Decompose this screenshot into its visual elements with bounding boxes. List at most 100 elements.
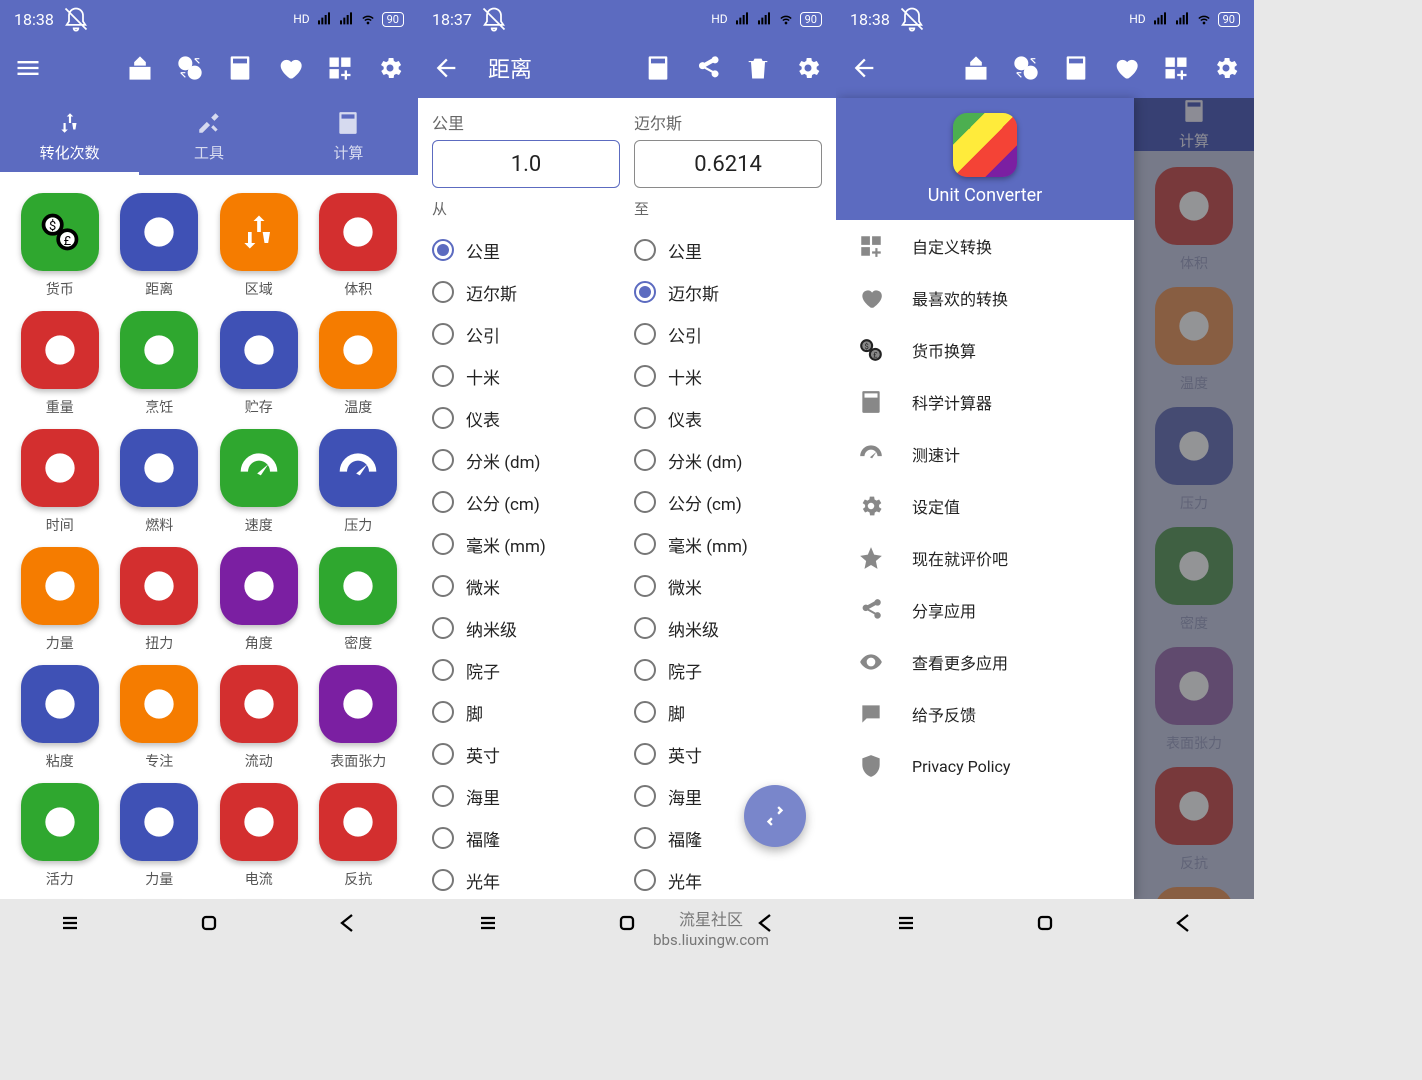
unit-option[interactable]: 纳米级	[634, 607, 822, 649]
unit-option[interactable]: 英寸	[634, 733, 822, 775]
category-时间[interactable]: 时间	[12, 429, 108, 535]
unit-option[interactable]: 英寸	[432, 733, 620, 775]
drawer-item-gauge[interactable]: 测速计	[836, 428, 1134, 480]
unit-option[interactable]: 微米	[634, 565, 822, 607]
currency-icon[interactable]	[176, 54, 204, 82]
category-活力[interactable]: 活力	[12, 783, 108, 889]
unit-option[interactable]: 院子	[634, 649, 822, 691]
from-unit-list[interactable]: 公里迈尔斯公引十米仪表分米 (dm)公分 (cm)毫米 (mm)微米纳米级院子脚…	[432, 229, 620, 899]
drawer-item-shield[interactable]: Privacy Policy	[836, 740, 1134, 792]
nav-home[interactable]	[197, 911, 221, 939]
unit-option[interactable]: 十米	[432, 355, 620, 397]
back-button[interactable]	[432, 54, 460, 82]
unit-option[interactable]: 毫米 (mm)	[634, 523, 822, 565]
unit-option[interactable]: 迈尔斯	[634, 271, 822, 313]
category-力量[interactable]: 力量	[112, 783, 208, 889]
favorite-icon[interactable]	[1112, 54, 1140, 82]
drawer-item-widgets[interactable]: 自定义转换	[836, 220, 1134, 272]
drawer-item-currency[interactable]: 货币换算	[836, 324, 1134, 376]
settings-icon[interactable]	[794, 54, 822, 82]
category-距离[interactable]: 距离	[112, 193, 208, 299]
category-贮存[interactable]: 贮存	[211, 311, 307, 417]
category-货币[interactable]: 货币	[12, 193, 108, 299]
unit-option[interactable]: 公里	[634, 229, 822, 271]
category-密度[interactable]: 密度	[311, 547, 407, 653]
unit-option[interactable]: 仪表	[634, 397, 822, 439]
unit-option[interactable]: 毫米 (mm)	[432, 523, 620, 565]
unit-option[interactable]: 十米	[634, 355, 822, 397]
settings-icon[interactable]	[376, 54, 404, 82]
unit-option[interactable]: 公引	[432, 313, 620, 355]
unit-option[interactable]: 微米	[432, 565, 620, 607]
favorite-icon[interactable]	[276, 54, 304, 82]
nav-home[interactable]	[615, 911, 639, 939]
currency-icon[interactable]	[1012, 54, 1040, 82]
nav-back[interactable]	[336, 911, 360, 939]
back-button[interactable]	[850, 54, 878, 82]
category-grid[interactable]: 货币距离区域体积重量烹饪贮存温度时间燃料速度压力力量扭力角度密度粘度专注流动表面…	[0, 175, 418, 899]
tab-tools[interactable]: 工具	[139, 98, 278, 175]
calculator-icon[interactable]	[1062, 54, 1090, 82]
mosque-icon[interactable]	[126, 54, 154, 82]
category-体积[interactable]: 体积	[311, 193, 407, 299]
unit-option[interactable]: 公里	[432, 229, 620, 271]
drawer-item-star[interactable]: 现在就评价吧	[836, 532, 1134, 584]
category-流动[interactable]: 流动	[211, 665, 307, 771]
menu-button[interactable]	[14, 54, 42, 82]
widgets-icon[interactable]	[1162, 54, 1190, 82]
category-扭力[interactable]: 扭力	[112, 547, 208, 653]
share-icon[interactable]	[694, 54, 722, 82]
unit-option[interactable]: 分米 (dm)	[634, 439, 822, 481]
tab-conversions[interactable]: 转化次数	[0, 98, 139, 175]
mosque-icon[interactable]	[962, 54, 990, 82]
nav-recent[interactable]	[894, 911, 918, 939]
drawer-item-calculator[interactable]: 科学计算器	[836, 376, 1134, 428]
category-重量[interactable]: 重量	[12, 311, 108, 417]
category-表面张力[interactable]: 表面张力	[311, 665, 407, 771]
category-烹饪[interactable]: 烹饪	[112, 311, 208, 417]
settings-icon[interactable]	[1212, 54, 1240, 82]
swap-fab[interactable]	[744, 785, 806, 847]
from-value-input[interactable]	[432, 140, 620, 188]
category-压力[interactable]: 压力	[311, 429, 407, 535]
tab-calculate[interactable]: 计算	[279, 98, 418, 175]
unit-option[interactable]: 公分 (cm)	[432, 481, 620, 523]
unit-option[interactable]: 纳米级	[432, 607, 620, 649]
category-角度[interactable]: 角度	[211, 547, 307, 653]
category-力量[interactable]: 力量	[12, 547, 108, 653]
unit-option[interactable]: 福隆	[432, 817, 620, 859]
widgets-icon[interactable]	[326, 54, 354, 82]
unit-option[interactable]: 仪表	[432, 397, 620, 439]
category-区域[interactable]: 区域	[211, 193, 307, 299]
category-专注[interactable]: 专注	[112, 665, 208, 771]
unit-option[interactable]: 迈尔斯	[432, 271, 620, 313]
drawer-item-share[interactable]: 分享应用	[836, 584, 1134, 636]
category-电流[interactable]: 电流	[211, 783, 307, 889]
unit-option[interactable]: 公引	[634, 313, 822, 355]
category-反抗[interactable]: 反抗	[311, 783, 407, 889]
nav-back[interactable]	[1172, 911, 1196, 939]
unit-option[interactable]: 分米 (dm)	[432, 439, 620, 481]
drawer-item-favorite[interactable]: 最喜欢的转换	[836, 272, 1134, 324]
to-value-input[interactable]	[634, 140, 822, 188]
unit-option[interactable]: 公分 (cm)	[634, 481, 822, 523]
calculator-icon[interactable]	[226, 54, 254, 82]
drawer-item-feedback[interactable]: 给予反馈	[836, 688, 1134, 740]
unit-option[interactable]: 光年	[432, 859, 620, 899]
nav-recent[interactable]	[58, 911, 82, 939]
unit-option[interactable]: 脚	[634, 691, 822, 733]
drawer-item-settings[interactable]: 设定值	[836, 480, 1134, 532]
category-温度[interactable]: 温度	[311, 311, 407, 417]
category-粘度[interactable]: 粘度	[12, 665, 108, 771]
calculator-icon[interactable]	[644, 54, 672, 82]
category-速度[interactable]: 速度	[211, 429, 307, 535]
unit-option[interactable]: 海里	[432, 775, 620, 817]
nav-recent[interactable]	[476, 911, 500, 939]
category-燃料[interactable]: 燃料	[112, 429, 208, 535]
unit-option[interactable]: 脚	[432, 691, 620, 733]
drawer-item-eye[interactable]: 查看更多应用	[836, 636, 1134, 688]
nav-home[interactable]	[1033, 911, 1057, 939]
unit-option[interactable]: 光年	[634, 859, 822, 899]
unit-option[interactable]: 院子	[432, 649, 620, 691]
delete-icon[interactable]	[744, 54, 772, 82]
